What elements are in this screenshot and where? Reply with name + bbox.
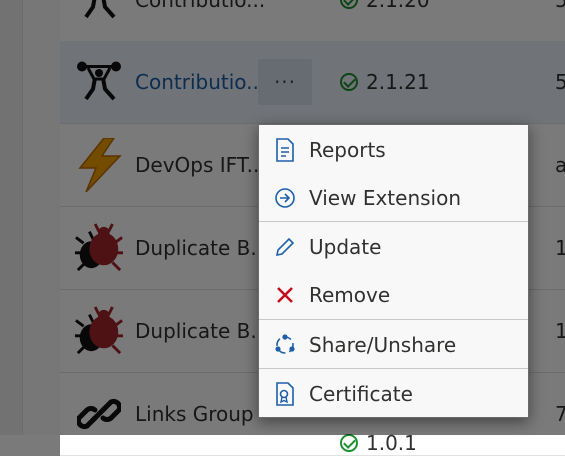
trailing-value: a — [555, 153, 565, 177]
version-label: 2.1.20 — [366, 0, 430, 12]
extension-name[interactable]: Contributio... — [135, 70, 265, 94]
menu-item-label: Certificate — [309, 382, 413, 406]
trailing-value: 5 — [555, 0, 565, 12]
menu-divider — [259, 319, 528, 320]
menu-item-update[interactable]: Update — [259, 224, 528, 270]
report-document-icon — [271, 136, 299, 164]
menu-item-view-extension[interactable]: View Extension — [259, 175, 528, 221]
table-row[interactable]: Contributio... 2.1.20 5 — [60, 0, 565, 42]
extension-name[interactable]: Duplicate B... — [135, 319, 269, 343]
menu-item-certificate[interactable]: Certificate — [259, 371, 528, 417]
menu-item-label: Update — [309, 235, 382, 259]
more-actions-button[interactable]: ··· — [258, 59, 312, 105]
arrow-circle-right-icon — [271, 184, 299, 212]
trailing-value: 5 — [555, 70, 565, 94]
bug-icon — [74, 223, 124, 273]
left-rail — [0, 0, 23, 435]
extension-name[interactable]: DevOps IFT... — [135, 153, 266, 177]
close-x-icon — [271, 281, 299, 309]
menu-item-label: View Extension — [309, 186, 462, 210]
lightning-icon — [74, 138, 124, 192]
extension-name[interactable]: Duplicate B... — [135, 236, 269, 260]
table-row[interactable]: Contributio... ··· 2.1.21 5 — [60, 41, 565, 124]
link-icon — [74, 389, 124, 439]
status-cell: 2.1.20 — [340, 0, 430, 12]
context-menu: Reports View Extension Update Remove Sha… — [258, 124, 529, 418]
weightlifter-icon — [74, 57, 124, 107]
trailing-value: 7 — [555, 402, 565, 426]
bug-icon — [74, 306, 124, 356]
share-nodes-icon — [271, 331, 299, 359]
menu-divider — [259, 368, 528, 369]
certificate-icon — [271, 380, 299, 408]
extension-name[interactable]: Links Group — [135, 402, 254, 426]
trailing-value: 1 — [555, 236, 565, 260]
menu-item-label: Share/Unshare — [309, 333, 457, 357]
check-circle-icon — [340, 434, 358, 452]
weightlifter-icon — [74, 0, 124, 25]
menu-item-label: Remove — [309, 283, 391, 307]
version-label: 2.1.21 — [366, 70, 430, 94]
menu-divider — [259, 221, 528, 222]
menu-item-share-unshare[interactable]: Share/Unshare — [259, 322, 528, 368]
check-circle-icon — [340, 0, 358, 9]
status-cell: 2.1.21 — [340, 70, 430, 94]
menu-item-label: Reports — [309, 138, 386, 162]
menu-item-remove[interactable]: Remove — [259, 272, 528, 318]
menu-item-reports[interactable]: Reports — [259, 127, 528, 173]
check-circle-icon — [340, 73, 358, 91]
extension-name[interactable]: Contributio... — [135, 0, 265, 12]
trailing-value: 1 — [555, 319, 565, 343]
pencil-icon — [271, 233, 299, 261]
